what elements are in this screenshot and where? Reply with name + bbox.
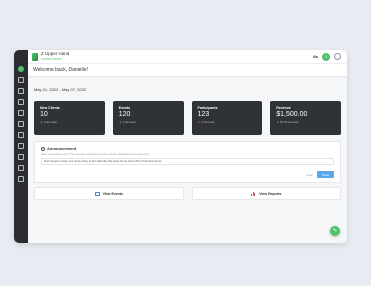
env-label[interactable]: lllu bbox=[313, 55, 318, 59]
stat-title: Participants bbox=[197, 106, 218, 110]
chat-icon: ✎ bbox=[332, 228, 338, 234]
stat-value: 120 bbox=[118, 111, 131, 118]
stat-sub: ▼ 0 last week bbox=[198, 120, 257, 124]
view-events-button[interactable]: View Events bbox=[34, 187, 184, 200]
help-chat-button[interactable]: ✎ bbox=[330, 226, 340, 236]
welcome-bar: Welcome back, Danielle! bbox=[28, 64, 347, 77]
announcement-actions: Clear Save bbox=[306, 171, 334, 178]
sidebar-tags-icon[interactable] bbox=[18, 165, 24, 171]
announcement-header: Announcement bbox=[41, 146, 334, 151]
sidebar-reports-icon[interactable] bbox=[18, 132, 24, 138]
clear-button[interactable]: Clear bbox=[306, 173, 313, 177]
avatar[interactable]: J bbox=[322, 52, 330, 61]
stat-sub: ▲ $0.00 last week bbox=[276, 120, 335, 124]
stat-sub-text: 0 last week bbox=[122, 120, 136, 124]
stat-card-new-clients[interactable]: New Clients 10 ▲ 0 last week bbox=[34, 101, 105, 135]
stat-sub-text: 0 last week bbox=[43, 120, 57, 124]
sidebar-marketing-icon[interactable] bbox=[18, 154, 24, 160]
sidebar-settings-icon[interactable] bbox=[18, 176, 24, 182]
announcement-help: Have something to say? This message will… bbox=[41, 153, 150, 156]
brand: Z Upper Hand SUPER ADMIN bbox=[41, 52, 69, 61]
save-button[interactable]: Save bbox=[317, 171, 334, 178]
stat-card-participants[interactable]: Participants 123 ▼ 0 last week bbox=[191, 101, 263, 135]
top-right-controls: lllu J bbox=[313, 52, 347, 61]
sidebar bbox=[14, 50, 28, 243]
bar-chart-icon bbox=[251, 191, 256, 196]
stat-value: $1,500.00 bbox=[276, 111, 308, 118]
welcome-message: Welcome back, Danielle! bbox=[33, 67, 88, 73]
top-bar: Z Upper Hand SUPER ADMIN lllu J bbox=[28, 50, 347, 64]
view-reports-button[interactable]: View Reports bbox=[191, 187, 341, 200]
stat-title: New Clients bbox=[40, 106, 60, 110]
trend-down-icon: ▼ bbox=[197, 120, 201, 124]
view-events-label: View Events bbox=[102, 191, 123, 196]
stat-value: 123 bbox=[197, 111, 210, 118]
avatar-letter: J bbox=[325, 54, 327, 59]
stat-title: Events bbox=[118, 106, 131, 110]
globe-icon[interactable] bbox=[334, 53, 341, 60]
stat-sub-text: 0 last week bbox=[201, 120, 215, 124]
stat-sub: ▲ 0 last week bbox=[119, 120, 178, 124]
trend-up-icon: ▲ bbox=[118, 120, 122, 124]
sidebar-calendar-icon[interactable] bbox=[18, 77, 24, 83]
stat-card-events[interactable]: Events 120 ▲ 0 last week bbox=[112, 101, 184, 135]
stat-sub: ▲ 0 last week bbox=[40, 120, 99, 124]
sidebar-home-icon[interactable] bbox=[18, 66, 24, 72]
announcement-icon bbox=[41, 146, 45, 151]
announcement-panel: Announcement Have something to say? This… bbox=[34, 141, 341, 183]
stats-row: New Clients 10 ▲ 0 last week Events 120 ▲… bbox=[34, 101, 341, 135]
sidebar-messages-icon[interactable] bbox=[18, 143, 24, 149]
trend-up-icon: ▲ bbox=[276, 120, 280, 124]
sidebar-clients-icon[interactable] bbox=[18, 99, 24, 105]
app-window: Z Upper Hand SUPER ADMIN lllu J Welcome … bbox=[14, 50, 347, 243]
stat-card-revenue[interactable]: Revenue $1,500.00 ▲ $0.00 last week bbox=[270, 101, 341, 135]
announcement-input[interactable]: Don't forget to wear your team jersey to… bbox=[41, 158, 334, 165]
stat-title: Revenue bbox=[276, 106, 291, 110]
sidebar-events-icon[interactable] bbox=[18, 88, 24, 94]
dashboard-main: May 01, 2022 - May 07, 2022 New Clients … bbox=[28, 77, 347, 243]
sidebar-staff-icon[interactable] bbox=[18, 110, 24, 116]
date-range[interactable]: May 01, 2022 - May 07, 2022 bbox=[34, 87, 341, 92]
calendar-icon bbox=[94, 191, 100, 196]
quick-links: View Events View Reports bbox=[34, 187, 341, 200]
announcement-title: Announcement bbox=[47, 146, 77, 151]
stat-value: 10 bbox=[40, 111, 48, 118]
logo-icon bbox=[32, 52, 38, 61]
view-reports-label: View Reports bbox=[259, 191, 282, 196]
sidebar-resources-icon[interactable] bbox=[18, 121, 24, 127]
brand-sub: SUPER ADMIN bbox=[41, 56, 62, 61]
trend-up-icon: ▲ bbox=[40, 120, 43, 124]
stat-sub-text: $0.00 last week bbox=[280, 120, 299, 124]
